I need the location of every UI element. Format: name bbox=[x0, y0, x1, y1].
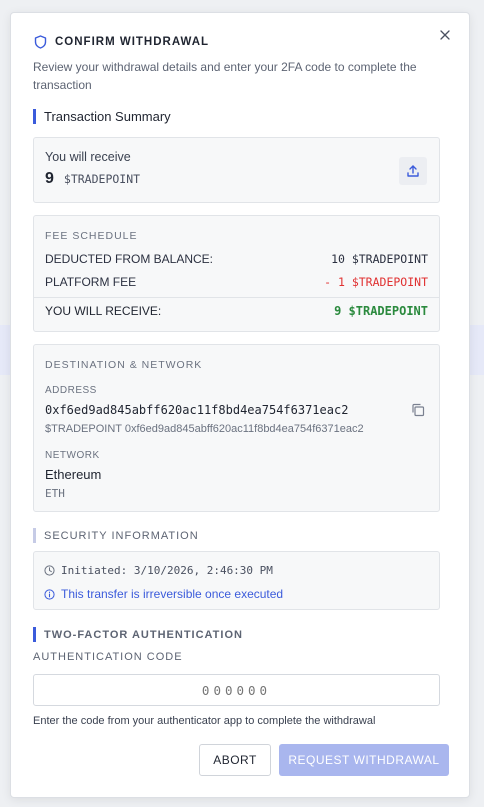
irreversible-row: This transfer is irreversible once execu… bbox=[44, 587, 283, 601]
auth-help-text: Enter the code from your authenticator a… bbox=[33, 715, 376, 727]
summary-card: You will receive 9 $TRADEPOINT bbox=[33, 137, 440, 203]
modal-header: CONFIRM WITHDRAWAL bbox=[34, 35, 209, 49]
fee-row-total: YOU WILL RECEIVE: 9 $TRADEPOINT bbox=[45, 304, 428, 318]
fee-row-deducted: DEDUCTED FROM BALANCE: 10 $TRADEPOINT bbox=[45, 252, 428, 266]
deducted-value: 10 $TRADEPOINT bbox=[331, 252, 428, 266]
network-code: ETH bbox=[45, 487, 65, 500]
shield-icon bbox=[34, 35, 47, 49]
section-accent-bar bbox=[33, 528, 36, 543]
security-title: SECURITY INFORMATION bbox=[44, 529, 199, 542]
modal-description: Review your withdrawal details and enter… bbox=[33, 60, 417, 92]
auth-code-label: AUTHENTICATION CODE bbox=[33, 651, 183, 663]
address-label: ADDRESS bbox=[45, 385, 97, 396]
summary-heading: Transaction Summary bbox=[33, 109, 171, 124]
clock-icon bbox=[44, 565, 55, 576]
close-icon bbox=[440, 30, 450, 40]
network-name: Ethereum bbox=[45, 467, 102, 482]
receive-label: You will receive bbox=[45, 150, 131, 164]
section-accent-bar bbox=[33, 109, 36, 124]
network-label: NETWORK bbox=[45, 450, 100, 461]
total-receive-value: 9 $TRADEPOINT bbox=[334, 304, 428, 318]
modal-title: CONFIRM WITHDRAWAL bbox=[55, 36, 210, 48]
irreversible-text: This transfer is irreversible once execu… bbox=[61, 587, 284, 601]
info-icon bbox=[44, 588, 55, 600]
address-subtext: $TRADEPOINT 0xf6ed9ad845abff620ac11f8bd4… bbox=[45, 423, 364, 435]
auth-code-input[interactable] bbox=[33, 674, 440, 706]
copy-icon bbox=[412, 403, 425, 417]
export-button[interactable] bbox=[399, 157, 427, 185]
receive-token: $TRADEPOINT bbox=[63, 172, 141, 186]
deducted-label: DEDUCTED FROM BALANCE: bbox=[45, 252, 214, 266]
withdrawal-modal: CONFIRM WITHDRAWAL Review your withdrawa… bbox=[10, 12, 470, 798]
destination-title: DESTINATION & NETWORK bbox=[45, 359, 203, 371]
section-accent-bar bbox=[33, 627, 36, 642]
receive-amount-row: 9 $TRADEPOINT bbox=[45, 170, 140, 188]
platform-fee-label: PLATFORM FEE bbox=[45, 275, 137, 289]
platform-fee-value: - 1 $TRADEPOINT bbox=[324, 275, 428, 289]
destination-card: DESTINATION & NETWORK ADDRESS 0xf6ed9ad8… bbox=[33, 344, 440, 512]
close-button[interactable] bbox=[435, 25, 455, 45]
total-receive-label: YOU WILL RECEIVE: bbox=[45, 304, 162, 318]
fee-divider bbox=[34, 297, 439, 298]
initiated-text: Initiated: 3/10/2026, 2:46:30 PM bbox=[61, 564, 273, 577]
request-withdrawal-button[interactable]: REQUEST WITHDRAWAL bbox=[279, 744, 449, 776]
fee-schedule-title: FEE SCHEDULE bbox=[45, 230, 138, 242]
fee-schedule-card: FEE SCHEDULE DEDUCTED FROM BALANCE: 10 $… bbox=[33, 215, 440, 332]
summary-title: Transaction Summary bbox=[44, 109, 171, 124]
twofa-title: TWO-FACTOR AUTHENTICATION bbox=[44, 628, 243, 641]
abort-button[interactable]: ABORT bbox=[199, 744, 271, 776]
receive-amount: 9 bbox=[45, 170, 54, 187]
destination-address: 0xf6ed9ad845abff620ac11f8bd4ea754f6371ea… bbox=[45, 403, 349, 417]
initiated-row: Initiated: 3/10/2026, 2:46:30 PM bbox=[44, 564, 273, 577]
upload-icon bbox=[407, 165, 419, 177]
fee-row-platform: PLATFORM FEE - 1 $TRADEPOINT bbox=[45, 275, 428, 289]
security-heading: SECURITY INFORMATION bbox=[33, 528, 199, 543]
twofa-heading: TWO-FACTOR AUTHENTICATION bbox=[33, 627, 243, 642]
security-card: Initiated: 3/10/2026, 2:46:30 PM This tr… bbox=[33, 551, 440, 610]
copy-address-button[interactable] bbox=[411, 403, 427, 419]
